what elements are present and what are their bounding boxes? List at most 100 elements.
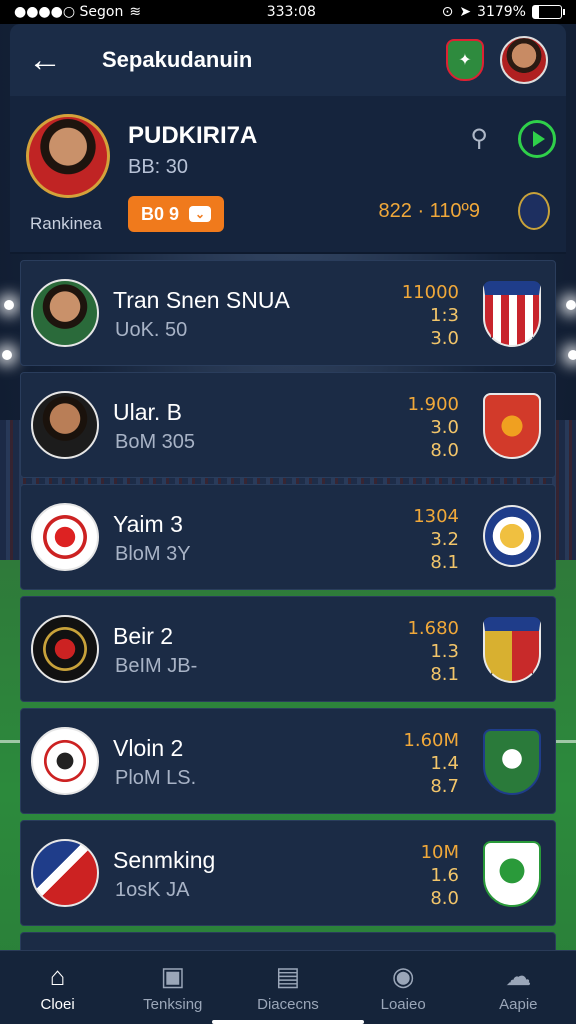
row-stat-secondary: 3.0 xyxy=(430,417,459,438)
ranking-label: Rankinea xyxy=(30,214,102,233)
wrench-icon[interactable]: ⚲ xyxy=(470,124,488,153)
club-badge-icon[interactable]: ✦ xyxy=(446,39,484,81)
nav-label: Aapie xyxy=(499,996,538,1013)
row-title: Vloin 2 xyxy=(113,735,184,761)
row-stat-primary: 11000 xyxy=(401,282,459,303)
row-subtitle: 1osK JA xyxy=(115,879,190,901)
row-title: Tran Snen SNUA xyxy=(113,287,290,313)
row-subtitle: BeIM JB- xyxy=(115,655,198,677)
points-badge[interactable]: B0 9 ⌄ xyxy=(128,196,224,232)
row-title: Senmking xyxy=(113,847,216,873)
back-arrow-icon[interactable]: ← xyxy=(28,43,62,77)
club-logo-icon xyxy=(31,839,99,907)
row-stat-primary: 1304 xyxy=(413,506,459,527)
document-icon: ▤ xyxy=(275,961,301,991)
profile-icon: ☁ xyxy=(505,961,532,991)
row-title: Beir 2 xyxy=(113,623,174,649)
location-icon: ➤ xyxy=(459,4,472,20)
page-title: Sepakudanuin xyxy=(102,47,253,72)
status-right: ⊙ ➤ 3179% xyxy=(441,4,565,20)
home-icon: ⌂ xyxy=(49,961,66,991)
wifi-icon: ≋ xyxy=(129,4,142,20)
list-item[interactable]: Tran Snen SNUA UoK. 50 11000 1:3 3.0 xyxy=(20,260,556,366)
ball-icon: ◉ xyxy=(391,961,415,991)
nav-ball[interactable]: ◉ Loaieo xyxy=(353,962,453,1013)
player-avatar xyxy=(31,279,99,347)
club-crest-icon xyxy=(483,505,541,567)
club-crest-icon xyxy=(483,841,541,907)
ranking-list: Tran Snen SNUA UoK. 50 11000 1:3 3.0 Ula… xyxy=(20,260,556,962)
row-stat-tertiary: 8.7 xyxy=(430,776,459,797)
list-item[interactable]: Ular. B BoM 305 1.900 3.0 8.0 xyxy=(20,372,556,478)
status-time: 333:08 xyxy=(266,4,316,20)
battery-percent: 3179% xyxy=(477,4,526,20)
club-logo-icon xyxy=(31,503,99,571)
profile-name: PUDKIRI7A xyxy=(128,122,258,149)
row-stat-secondary: 3.2 xyxy=(430,529,459,550)
points-badge-label: B0 9 xyxy=(140,203,180,224)
list-item[interactable]: Yaim 3 BloM 3Y 1304 3.2 8.1 xyxy=(20,484,556,590)
row-stat-tertiary: 8.1 xyxy=(430,664,459,685)
nav-ranking[interactable]: ▣ Tenksing xyxy=(123,962,223,1013)
alarm-icon: ⊙ xyxy=(441,4,454,20)
nav-label: Diacecns xyxy=(257,996,319,1013)
row-stat-primary: 1.60M xyxy=(403,730,459,751)
row-subtitle: PloM LS. xyxy=(115,767,197,789)
carrier: ●●●●○ Segon xyxy=(14,4,124,20)
club-crest-icon xyxy=(518,192,550,230)
club-emblem-icon: ✦ xyxy=(458,52,472,69)
chevron-icon: ⌄ xyxy=(189,206,212,222)
club-logo-icon xyxy=(31,727,99,795)
row-title: Ular. B xyxy=(113,399,183,425)
nav-document[interactable]: ▤ Diacecns xyxy=(238,962,338,1013)
profile-avatar[interactable] xyxy=(26,114,110,198)
list-item[interactable]: Senmking 1osK JA 10M 1.6 8.0 xyxy=(20,820,556,926)
row-stat-primary: 10M xyxy=(420,842,459,863)
stadium-light xyxy=(4,300,14,310)
club-crest-icon xyxy=(483,393,541,459)
row-subtitle: UoK. 50 xyxy=(115,319,188,341)
list-item[interactable]: Beir 2 BeIM JB- 1.680 1.3 8.1 xyxy=(20,596,556,702)
app-bar: ← Sepakudanuin ✦ xyxy=(10,24,566,96)
stadium-light xyxy=(2,350,12,360)
row-stat-secondary: 1:3 xyxy=(430,305,459,326)
row-stat-tertiary: 3.0 xyxy=(430,328,459,349)
row-stats: 1.900 3.0 8.0 xyxy=(407,393,459,462)
row-stat-primary: 1.680 xyxy=(407,618,459,639)
row-stat-tertiary: 8.0 xyxy=(430,888,459,909)
status-left: ●●●●○ Segon ≋ xyxy=(14,4,141,20)
club-logo-icon xyxy=(31,615,99,683)
club-crest-icon xyxy=(483,729,541,795)
stadium-light xyxy=(568,350,576,360)
row-stat-secondary: 1.4 xyxy=(430,753,459,774)
row-stats: 11000 1:3 3.0 xyxy=(402,281,459,350)
row-stat-tertiary: 8.0 xyxy=(430,440,459,461)
stadium-light xyxy=(566,300,576,310)
row-stat-secondary: 1.3 xyxy=(430,641,459,662)
profile-score: 822 · 110º9 xyxy=(378,200,480,222)
player-avatar xyxy=(31,391,99,459)
battery-icon xyxy=(531,5,565,19)
club-crest-icon xyxy=(483,281,541,347)
bottom-nav: ⌂ Cloei ▣ Tenksing ▤ Diacecns ◉ Loaieo ☁… xyxy=(0,950,576,1024)
user-avatar[interactable] xyxy=(500,36,548,84)
profile-card: PUDKIRI7A BB: 30 Rankinea B0 9 ⌄ ⚲ 822 ·… xyxy=(10,96,566,254)
profile-subtitle: BB: 30 xyxy=(128,156,189,178)
club-crest-icon xyxy=(483,617,541,683)
row-stats: 1304 3.2 8.1 xyxy=(413,505,459,574)
nav-profile[interactable]: ☁ Aapie xyxy=(468,962,568,1013)
row-stat-primary: 1.900 xyxy=(407,394,459,415)
row-title: Yaim 3 xyxy=(113,511,183,537)
list-item[interactable]: Vloin 2 PloM LS. 1.60M 1.4 8.7 xyxy=(20,708,556,814)
row-stats: 1.680 1.3 8.1 xyxy=(407,617,459,686)
ranking-icon: ▣ xyxy=(160,961,186,991)
row-stat-secondary: 1.6 xyxy=(430,865,459,886)
nav-label: Cloei xyxy=(40,996,75,1013)
nav-label: Tenksing xyxy=(143,996,203,1013)
play-icon[interactable] xyxy=(518,120,556,158)
row-stat-tertiary: 8.1 xyxy=(430,552,459,573)
home-indicator xyxy=(212,1020,364,1024)
nav-home[interactable]: ⌂ Cloei xyxy=(8,962,108,1013)
nav-label: Loaieo xyxy=(380,996,426,1013)
row-subtitle: BoM 305 xyxy=(115,431,196,453)
